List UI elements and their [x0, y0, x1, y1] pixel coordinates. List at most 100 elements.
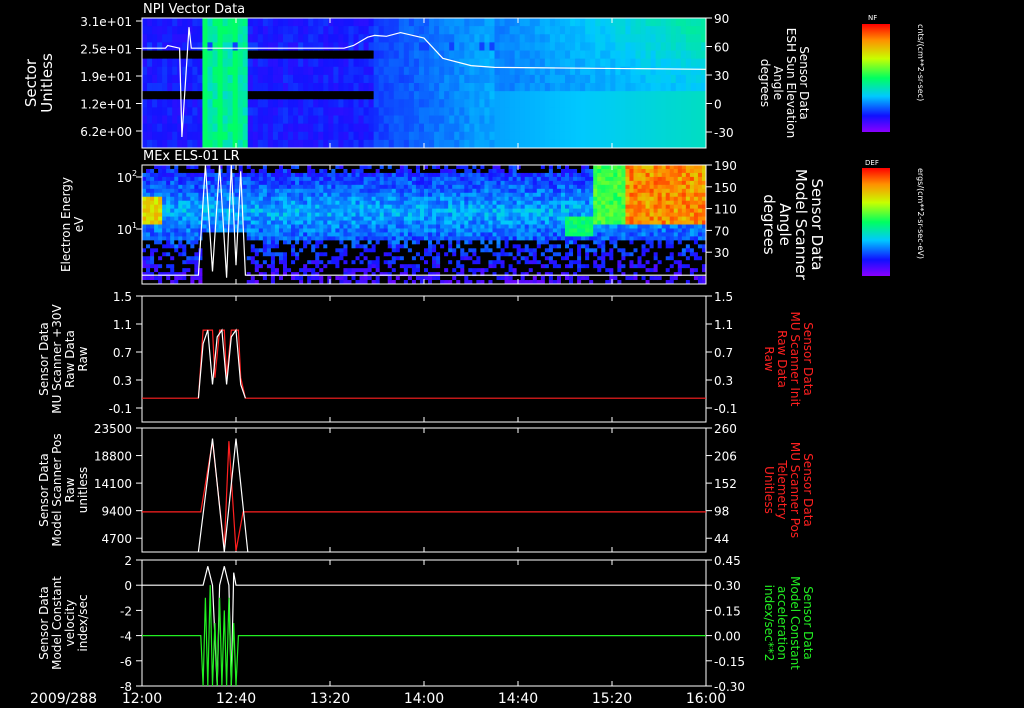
heatmap-cell — [600, 26, 606, 35]
heatmap-cell — [375, 216, 381, 221]
heatmap-cell — [291, 244, 296, 249]
heatmap-cell — [262, 212, 268, 217]
heatmap-cell — [439, 66, 445, 76]
heatmap-cell — [476, 168, 481, 174]
heatmap-cell — [570, 107, 576, 116]
heatmap-cell — [295, 272, 300, 277]
heatmap-cell — [227, 91, 234, 100]
heatmap-cell — [560, 212, 566, 217]
heatmap-cell — [436, 192, 441, 198]
heatmap-cell — [434, 26, 440, 35]
heatmap-cell — [318, 115, 324, 125]
heatmap-cell — [311, 200, 316, 206]
heatmap-cell — [528, 196, 534, 202]
heatmap-cell — [323, 99, 329, 108]
heatmap-cell — [480, 240, 485, 245]
heatmap-cell — [484, 172, 489, 178]
heatmap-cell — [500, 165, 505, 170]
heatmap-cell — [428, 192, 433, 198]
heatmap-cell — [468, 165, 473, 170]
heatmap-cell — [254, 228, 260, 233]
heatmap-cell — [544, 192, 550, 198]
heatmap-cell — [440, 228, 445, 233]
heatmap-cell — [343, 240, 348, 245]
heatmap-cell — [610, 107, 616, 116]
heatmap-cell — [516, 184, 522, 190]
heatmap-cell — [331, 212, 336, 217]
heatmap-cell — [424, 180, 429, 186]
heatmap-cell — [532, 248, 538, 253]
heatmap-cell — [429, 123, 435, 133]
heatmap-cell — [532, 244, 538, 249]
heatmap-cell — [476, 165, 481, 170]
heatmap-cell — [383, 268, 389, 273]
heatmap-cell — [303, 184, 308, 190]
heatmap-cell — [266, 264, 272, 269]
heatmap-cell — [368, 107, 375, 116]
heatmap-cell — [460, 216, 465, 221]
heatmap-cell — [266, 168, 272, 174]
heatmap-cell — [449, 107, 455, 116]
heatmap-cell — [605, 123, 611, 133]
heatmap-cell — [488, 276, 493, 281]
heatmap-cell — [291, 212, 296, 217]
heatmap-cell — [315, 172, 320, 178]
heatmap-cell — [166, 236, 171, 241]
heatmap-cell — [182, 208, 187, 213]
heatmap-cell — [504, 91, 511, 100]
heatmap-cell — [142, 66, 148, 76]
heatmap-cell — [315, 260, 320, 265]
heatmap-cell — [339, 228, 344, 233]
heatmap-cell — [313, 131, 319, 141]
heatmap-cell — [407, 268, 413, 273]
heatmap-cell — [670, 50, 677, 60]
heatmap-cell — [142, 42, 148, 51]
heatmap-cell — [278, 256, 284, 261]
heatmap-cell — [519, 74, 526, 84]
heatmap-cell — [449, 34, 455, 43]
heatmap-cell — [444, 83, 450, 92]
heatmap-cell — [371, 168, 377, 174]
heatmap-cell — [287, 188, 292, 194]
heatmap-cell — [242, 168, 248, 174]
heatmap-cell — [665, 18, 672, 27]
heatmap-cell — [266, 244, 272, 249]
heatmap-cell — [476, 172, 481, 178]
heatmap-cell — [315, 168, 320, 174]
heatmap-cell — [600, 42, 606, 51]
heatmap-cell — [207, 74, 213, 84]
heatmap-cell — [154, 228, 159, 233]
heatmap-cell — [218, 256, 223, 261]
heatmap-cell — [472, 244, 477, 249]
heatmap-cell — [178, 212, 183, 217]
heatmap-cell — [170, 228, 175, 233]
heatmap-cell — [419, 216, 425, 221]
heatmap-cell — [492, 264, 497, 269]
heatmap-cell — [411, 168, 417, 174]
heatmap-cell — [460, 184, 465, 190]
heatmap-cell — [174, 188, 179, 194]
heatmap-cell — [214, 276, 219, 281]
heatmap-cell — [685, 91, 692, 100]
heatmap-cell — [460, 212, 465, 217]
heatmap-cell — [403, 244, 409, 249]
heatmap-cell — [182, 99, 188, 108]
heatmap-cell — [343, 260, 348, 265]
heatmap-cell — [500, 204, 505, 210]
heatmap-cell — [222, 208, 227, 213]
heatmap-cell — [182, 228, 187, 233]
heatmap-cell — [524, 18, 531, 27]
heatmap-cell — [440, 216, 445, 221]
heatmap-cell — [548, 276, 554, 281]
heatmap-cell — [222, 196, 227, 202]
heatmap-cell — [158, 176, 163, 182]
heatmap-cell — [162, 172, 167, 178]
heatmap-cell — [590, 91, 596, 100]
heatmap-cell — [516, 252, 522, 257]
heatmap-cell — [295, 165, 300, 170]
heatmap-cell — [333, 115, 339, 125]
heatmap-cell — [444, 220, 449, 225]
heatmap-cell — [514, 91, 521, 100]
heatmap-cell — [371, 252, 377, 257]
heatmap-cell — [536, 236, 542, 241]
